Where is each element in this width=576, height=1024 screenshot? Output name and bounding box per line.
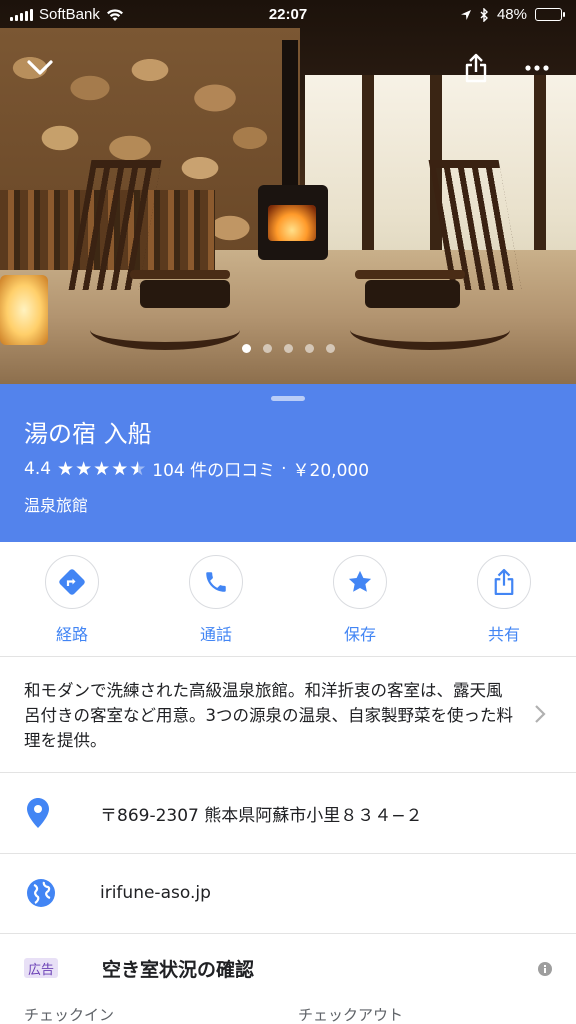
action-bar: 経路 通話 保存 共有 [0,542,576,656]
status-bar: SoftBank 22:07 48% [0,0,576,30]
more-icon [525,65,549,71]
share-button-top[interactable] [456,50,496,86]
chevron-down-icon [27,60,53,75]
place-category: 温泉旅館 [24,496,89,515]
star-full-icon: ★ [75,457,93,480]
location-arrow-icon [460,9,471,20]
directions-circle[interactable] [45,555,99,609]
call-button[interactable]: 通話 [144,542,288,656]
place-header[interactable]: 湯の宿 入船 4.4 ★★★★★ 104 件の口コミ · ￥20,000 温泉旅… [0,384,576,542]
save-circle[interactable] [333,555,387,609]
review-count[interactable]: 104 件の口コミ [152,456,275,481]
location-pin-icon [27,798,49,828]
directions-button[interactable]: 経路 [0,542,144,656]
photo-fire [268,205,316,241]
photo-rocking-chair-left [68,160,240,360]
share-button[interactable]: 共有 [432,542,576,656]
pagination-dot[interactable] [304,344,314,353]
call-label: 通話 [199,625,232,644]
drag-handle[interactable] [271,396,305,401]
rating-stars: ★ ★ ★ ★ ★ [57,458,146,480]
checkin-label[interactable]: チェックイン [24,1004,114,1024]
address-row[interactable]: 〒869-2307 熊本県阿蘇市小里８３４−２ [0,773,576,853]
checkout-label[interactable]: チェックアウト [298,1004,403,1024]
divider [0,656,576,657]
divider [0,933,576,934]
star-half-icon: ★ [129,458,146,480]
directions-label: 経路 [55,625,88,644]
star-full-icon: ★ [111,457,129,480]
call-circle[interactable] [189,555,243,609]
separator: · [281,458,287,479]
place-name: 湯の宿 入船 [24,420,152,448]
bluetooth-icon [480,7,488,22]
star-icon [348,570,372,592]
pagination-dot[interactable] [262,344,272,353]
star-full-icon: ★ [57,457,75,480]
address-text: 〒869-2307 熊本県阿蘇市小里８３４−２ [100,805,423,826]
hero-photo[interactable]: SoftBank 22:07 48% [0,0,576,384]
photo-stove-pipe [282,40,298,190]
share-label: 共有 [487,625,520,644]
info-icon[interactable] [537,961,553,977]
price: ￥20,000 [292,461,370,481]
pagination-dot[interactable] [283,344,293,353]
photo-rocking-chair-right [345,160,525,360]
chevron-right-icon [535,705,546,723]
rating-row[interactable]: 4.4 ★★★★★ 104 件の口コミ · ￥20,000 [24,456,370,482]
share-icon [465,53,487,83]
globe-icon [27,879,55,907]
directions-icon [59,569,85,595]
share-icon [494,568,514,596]
more-options-button[interactable] [517,50,557,86]
website-row[interactable]: irifune-aso.jp [0,853,576,933]
website-link[interactable]: irifune-aso.jp [100,883,211,903]
collapse-button[interactable] [20,50,60,86]
battery-icon [535,8,565,21]
rating-value: 4.4 [24,458,52,479]
photo-lamp [0,275,48,345]
availability-title: 空き室状況の確認 [102,959,255,981]
description-text: 和モダンで洗練された高級温泉旅館。和洋折衷の客室は、露天風呂付きの客室など用意。… [24,681,513,750]
photo-pagination[interactable] [0,344,576,353]
phone-icon [206,572,226,592]
battery-percent: 48% [496,6,527,23]
pagination-dot[interactable] [325,344,335,353]
star-full-icon: ★ [93,457,111,480]
save-label: 保存 [343,625,376,644]
save-button[interactable]: 保存 [288,542,432,656]
share-circle[interactable] [477,555,531,609]
ad-badge: 広告 [24,958,58,978]
pagination-dot[interactable] [241,344,251,353]
